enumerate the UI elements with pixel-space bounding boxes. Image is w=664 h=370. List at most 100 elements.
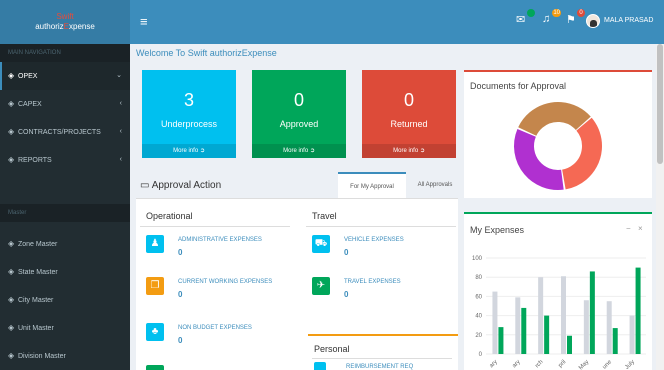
- entry-current-working-expenses[interactable]: ❐ CURRENT WORKING EXPENSES 0: [146, 277, 296, 303]
- arrow-circle-right-icon: ➲: [309, 148, 315, 154]
- sidebar-item-division-master[interactable]: ◈ Division Master: [0, 342, 130, 370]
- master-header: Master: [0, 204, 130, 222]
- y-tick-label: 0: [479, 352, 483, 358]
- copy-icon: ❐: [146, 277, 164, 295]
- bar-0-4: [583, 300, 589, 354]
- tile-value: 0: [293, 90, 304, 110]
- entry-label: NON BUDGET EXPENSES: [178, 325, 252, 331]
- dashboard-icon: ◈: [8, 127, 15, 136]
- user-icon: ♟: [146, 235, 164, 253]
- bar-1-3: [567, 335, 572, 354]
- more-info-link[interactable]: More info ➲: [362, 144, 456, 158]
- minimize-button[interactable]: −: [626, 224, 631, 233]
- bar-0-6: [629, 315, 635, 354]
- sidebar-item-contracts[interactable]: ◈ CONTRACTS/PROJECTS ‹: [0, 118, 130, 146]
- entry-label[interactable]: REIMBURSEMENT REQ: [346, 364, 413, 370]
- dashboard-icon: ◈: [8, 323, 15, 332]
- expenses-bar-chart: 0 20 40 60 80 100 ary ary rch pril May une July: [472, 256, 646, 370]
- nav-header: MAIN NAVIGATION: [0, 44, 130, 62]
- bar-0-2: [538, 277, 544, 354]
- user-avatar[interactable]: [586, 14, 600, 28]
- sidebar-item-reports[interactable]: ◈ REPORTS ‹: [0, 146, 130, 174]
- close-button[interactable]: ×: [638, 224, 643, 233]
- dashboard-icon: ◈: [8, 155, 15, 164]
- bar-1-1: [521, 307, 527, 354]
- bar-1-2: [544, 315, 550, 354]
- tab-for-my-approval[interactable]: For My Approval: [338, 172, 406, 198]
- sidebar-item-capex[interactable]: ◈ CAPEX ‹: [0, 90, 130, 118]
- mail-badge: [527, 9, 535, 17]
- tile-underprocess: 3 Underprocess More info ➲: [142, 70, 236, 158]
- x-tick-label: rch: [534, 359, 544, 369]
- bar-1-6: [635, 267, 641, 354]
- notification-badge: 10: [552, 9, 561, 17]
- entry-partial: [146, 365, 164, 370]
- sidebar-item-zone-master[interactable]: ◈ Zone Master: [0, 230, 130, 258]
- chevron-left-icon: ‹: [119, 128, 122, 135]
- envelope-icon[interactable]: ✉: [516, 9, 535, 26]
- dashboard-icon: ◈: [8, 351, 15, 360]
- reimbursement-icon: [314, 362, 326, 370]
- tile-returned: 0 Returned More info ➲: [362, 70, 456, 158]
- sidebar-item-city-master[interactable]: ◈ City Master: [0, 286, 130, 314]
- welcome-text: Welcome To Swift authorizExpense: [136, 48, 277, 58]
- entry-value: 0: [178, 290, 183, 299]
- personal-title: Personal: [314, 344, 350, 354]
- bar-0-5: [606, 301, 612, 354]
- sidebar-item-state-master[interactable]: ◈ State Master: [0, 258, 130, 286]
- entry-administrative-expenses[interactable]: ♟ ADMINISTRATIVE EXPENSES 0: [146, 235, 296, 261]
- flag-icon[interactable]: ⚑ 0: [566, 9, 585, 26]
- entry-label: TRAVEL EXPENSES: [344, 279, 401, 285]
- dashboard-icon: ◈: [8, 295, 15, 304]
- bell-icon[interactable]: ♫ 10: [542, 9, 561, 25]
- sidebar-item-unit-master[interactable]: ◈ Unit Master: [0, 314, 130, 342]
- tile-value: 3: [183, 90, 194, 110]
- operational-title: Operational: [146, 211, 193, 221]
- bar-0-1: [515, 297, 521, 354]
- divider: [312, 358, 452, 359]
- approval-action-title: ▭ Approval Action: [140, 180, 222, 191]
- tab-all-approvals[interactable]: All Approvals: [410, 172, 460, 198]
- y-tick-label: 60: [475, 294, 482, 300]
- y-tick-label: 20: [475, 333, 482, 339]
- y-tick-label: 40: [475, 314, 482, 320]
- x-tick-label: July: [624, 359, 636, 370]
- entry-value: 0: [344, 290, 349, 299]
- dashboard-icon: ◈: [8, 239, 15, 248]
- app-logo[interactable]: Swift authorizExpense: [0, 0, 130, 44]
- bar-1-4: [589, 271, 595, 354]
- chevron-down-icon: ⌄: [116, 72, 122, 79]
- bar-1-5: [612, 328, 618, 354]
- task-badge: 0: [577, 9, 585, 17]
- personal-box: Personal REIMBURSEMENT REQ: [308, 334, 458, 370]
- more-info-link[interactable]: More info ➲: [142, 144, 236, 158]
- documents-box: Documents for Approval: [464, 70, 652, 198]
- more-info-link[interactable]: More info ➲: [252, 144, 346, 158]
- page-scrollbar[interactable]: [656, 44, 664, 370]
- dashboard-icon: ◈: [8, 267, 15, 276]
- scrollbar-thumb[interactable]: [657, 44, 663, 164]
- entry-non-budget-expenses[interactable]: ♣ NON BUDGET EXPENSES 0: [146, 323, 296, 349]
- entry-label: ADMINISTRATIVE EXPENSES: [178, 237, 262, 243]
- entry-vehicle-expenses[interactable]: ⛟ VEHICLE EXPENSES 0: [312, 235, 452, 261]
- x-tick-label: ary: [489, 359, 499, 369]
- sidebar-item-opex[interactable]: ◈ OPEX ⌄: [0, 62, 130, 90]
- arrow-circle-right-icon: ➲: [419, 148, 425, 154]
- entry-label: VEHICLE EXPENSES: [344, 237, 404, 243]
- tile-label: Approved: [279, 119, 319, 129]
- x-tick-label: pril: [558, 359, 568, 369]
- sidebar: MAIN NAVIGATION ◈ OPEX ⌄ ◈ CAPEX ‹ ◈ CONTRACT…: [0, 44, 130, 370]
- plane-icon: ✈: [312, 277, 330, 295]
- divider: [306, 226, 456, 227]
- tile-value: 0: [403, 90, 414, 110]
- user-name[interactable]: MALA PRASAD: [604, 17, 653, 24]
- hamburger-icon[interactable]: ≡: [140, 14, 148, 29]
- my-expenses-title: My Expenses: [470, 225, 525, 235]
- bar-0-0: [492, 291, 498, 354]
- entry-value: 0: [344, 248, 349, 257]
- y-tick-label: 80: [475, 275, 482, 281]
- tile-approved: 0 Approved More info ➲: [252, 70, 346, 158]
- arrow-circle-right-icon: ➲: [199, 148, 205, 154]
- entry-travel-expenses[interactable]: ✈ TRAVEL EXPENSES 0: [312, 277, 452, 303]
- check-icon: [146, 365, 164, 370]
